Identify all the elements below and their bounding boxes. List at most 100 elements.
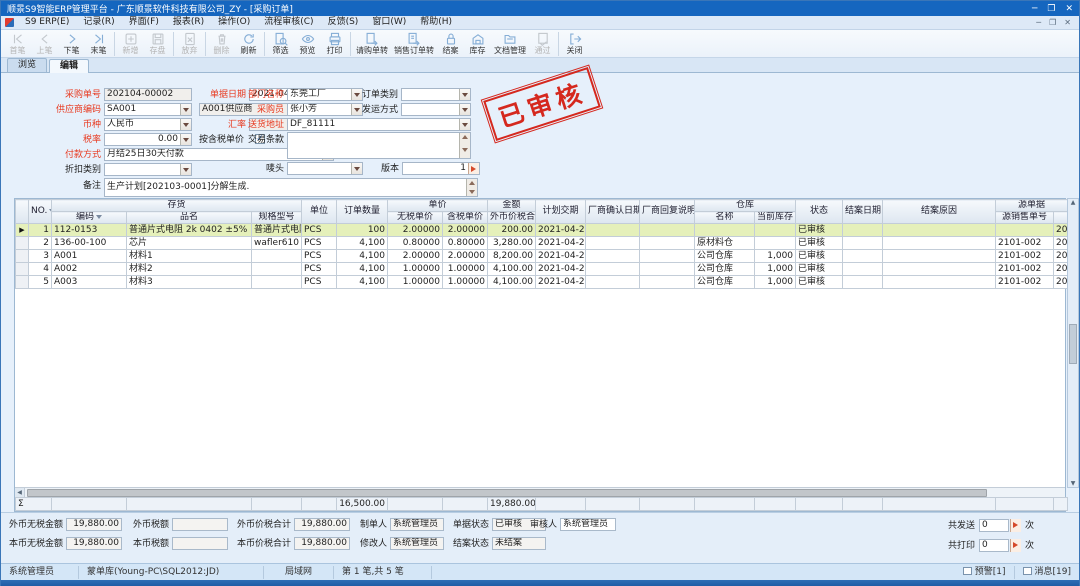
menu-item[interactable]: S9 ERP(E) (18, 16, 76, 29)
statusbar-alerts[interactable]: 预警[1] (955, 566, 1015, 579)
grid-cell[interactable] (16, 263, 29, 276)
column-header[interactable]: 无税单价 (388, 212, 443, 224)
grid-cell[interactable]: 1,000 (755, 276, 796, 289)
column-header[interactable] (1054, 212, 1068, 224)
grid-cell[interactable]: PCS (302, 263, 337, 276)
grid-cell[interactable] (640, 224, 695, 237)
column-header[interactable]: 厂商确认日期 (586, 200, 640, 224)
grid-cell[interactable]: 2101-002 (996, 276, 1054, 289)
grid-cell[interactable]: 芯片 (127, 237, 252, 250)
chevron-down-icon[interactable] (180, 164, 191, 175)
column-header[interactable]: 名称 (695, 212, 755, 224)
column-header[interactable]: 存货 (52, 200, 302, 212)
grid-cell[interactable] (16, 276, 29, 289)
column-header[interactable]: 源单据 (996, 200, 1068, 212)
grid-cell[interactable] (883, 263, 996, 276)
chevron-down-icon[interactable] (180, 104, 191, 115)
column-header[interactable]: 单位 (302, 200, 337, 224)
toolbar-button-close-case[interactable]: 结案 (437, 30, 464, 57)
grid-cell[interactable] (755, 237, 796, 250)
grid-cell[interactable]: 1,000 (755, 263, 796, 276)
grid-cell[interactable]: A002 (52, 263, 127, 276)
grid-cell[interactable] (843, 250, 883, 263)
column-header[interactable]: 厂商回复说明 (640, 200, 695, 224)
column-header[interactable]: 品名 (127, 212, 252, 224)
column-header[interactable]: 计划交期 (536, 200, 586, 224)
grid-cell[interactable]: 已审核 (796, 263, 843, 276)
grid-cell[interactable]: 202 (1054, 276, 1068, 289)
column-header[interactable]: 结案原因 (883, 200, 996, 224)
scrollbar-thumb[interactable] (27, 489, 987, 497)
grid-cell[interactable]: 3,280.00 (488, 237, 536, 250)
grid-cell[interactable] (252, 276, 302, 289)
menu-item[interactable]: 界面(F) (122, 16, 166, 29)
chevron-down-icon[interactable] (459, 89, 470, 100)
toolbar-button-sales-order-transfer[interactable]: 销售订单转 (391, 30, 437, 57)
grid-cell[interactable]: 3 (29, 250, 52, 263)
minimize-icon[interactable]: ─ (1032, 2, 1037, 16)
column-header[interactable]: 仓库 (695, 200, 796, 212)
grid-cell[interactable] (586, 237, 640, 250)
grid-cell[interactable]: 200.00 (488, 224, 536, 237)
column-header[interactable]: 规格型号 (252, 212, 302, 224)
toolbar-button-document-manage[interactable]: 文档管理 (491, 30, 529, 57)
mdi-restore-icon[interactable]: ❐ (1049, 18, 1056, 27)
mdi-minimize-icon[interactable]: ─ (1036, 18, 1041, 27)
grid-cell[interactable]: 2021-04-24 (536, 263, 586, 276)
grid-row[interactable]: 5A003材料3PCS4,1001.000001.000004,100.0020… (16, 276, 1068, 289)
column-header[interactable]: 金额 (488, 200, 536, 212)
grid-cell[interactable]: 2021-04-24 (536, 250, 586, 263)
trade-terms-field[interactable] (287, 132, 471, 159)
grid-cell[interactable]: 136-00-100 (52, 237, 127, 250)
menu-item[interactable]: 反馈(S) (321, 16, 366, 29)
grid-cell[interactable]: 2101-002 (996, 250, 1054, 263)
spinner-icon[interactable] (1010, 519, 1021, 532)
column-header[interactable]: 源销售单号 (996, 212, 1054, 224)
grid-cell[interactable]: 2021-04-24 (536, 237, 586, 250)
column-header[interactable]: 单价 (388, 200, 488, 212)
scroll-down-icon[interactable]: ▼ (1071, 480, 1076, 487)
menu-item[interactable]: 窗口(W) (365, 16, 413, 29)
grid-cell[interactable] (586, 263, 640, 276)
toolbar-button-inventory[interactable]: 库存 (464, 30, 491, 57)
close-icon[interactable]: ✕ (1065, 2, 1073, 16)
grid-cell[interactable]: 公司仓库 (695, 250, 755, 263)
toolbar-button-next-record[interactable]: 下笔 (58, 30, 85, 57)
grid-cell[interactable]: PCS (302, 224, 337, 237)
grid-cell[interactable]: 2.00000 (443, 250, 488, 263)
grid-cell[interactable]: 已审核 (796, 250, 843, 263)
version-field[interactable]: 1 (402, 162, 480, 175)
spinner-icon[interactable] (1010, 539, 1021, 552)
supplier-code-field[interactable]: SA001 (104, 103, 192, 116)
grid-cell[interactable] (883, 276, 996, 289)
grid-cell[interactable]: 2021-04-24 (536, 276, 586, 289)
menu-item[interactable]: 报表(R) (166, 16, 211, 29)
grid-cell[interactable]: 1.00000 (388, 276, 443, 289)
grid-cell[interactable] (640, 263, 695, 276)
toolbar-button-preview[interactable]: 预览 (294, 30, 321, 57)
grid-cell[interactable]: 4,100.00 (488, 276, 536, 289)
grid-cell[interactable]: 0.80000 (388, 237, 443, 250)
grid-cell[interactable]: PCS (302, 276, 337, 289)
scroll-up-icon[interactable]: ▲ (1071, 199, 1076, 206)
column-header[interactable]: 编码 (52, 212, 127, 224)
grid-cell[interactable] (586, 276, 640, 289)
toolbar-button-exit[interactable]: 关闭 (561, 30, 588, 57)
grid-cell[interactable] (695, 224, 755, 237)
grid-cell[interactable] (755, 224, 796, 237)
column-header[interactable]: 订单数量 (337, 200, 388, 224)
grid-cell[interactable] (586, 250, 640, 263)
maximize-icon[interactable]: ❐ (1047, 2, 1055, 16)
grid-cell[interactable]: 202 (1054, 224, 1068, 237)
remark-field[interactable]: 生产计划[202103-0001]分解生成. (104, 178, 478, 197)
chevron-down-icon[interactable] (180, 134, 191, 145)
grid-cell[interactable] (883, 237, 996, 250)
menu-item[interactable]: 操作(O) (211, 16, 257, 29)
grid-cell[interactable]: 4,100.00 (488, 263, 536, 276)
grid-cell[interactable]: 已审核 (796, 276, 843, 289)
sent-count-field[interactable]: 0 (979, 519, 1009, 532)
grid-cell[interactable]: 4,100 (337, 263, 388, 276)
tab-edit[interactable]: 编辑 (49, 59, 89, 73)
scrollbar-thumb[interactable] (1069, 324, 1077, 364)
column-header[interactable]: 当前库存 (755, 212, 796, 224)
